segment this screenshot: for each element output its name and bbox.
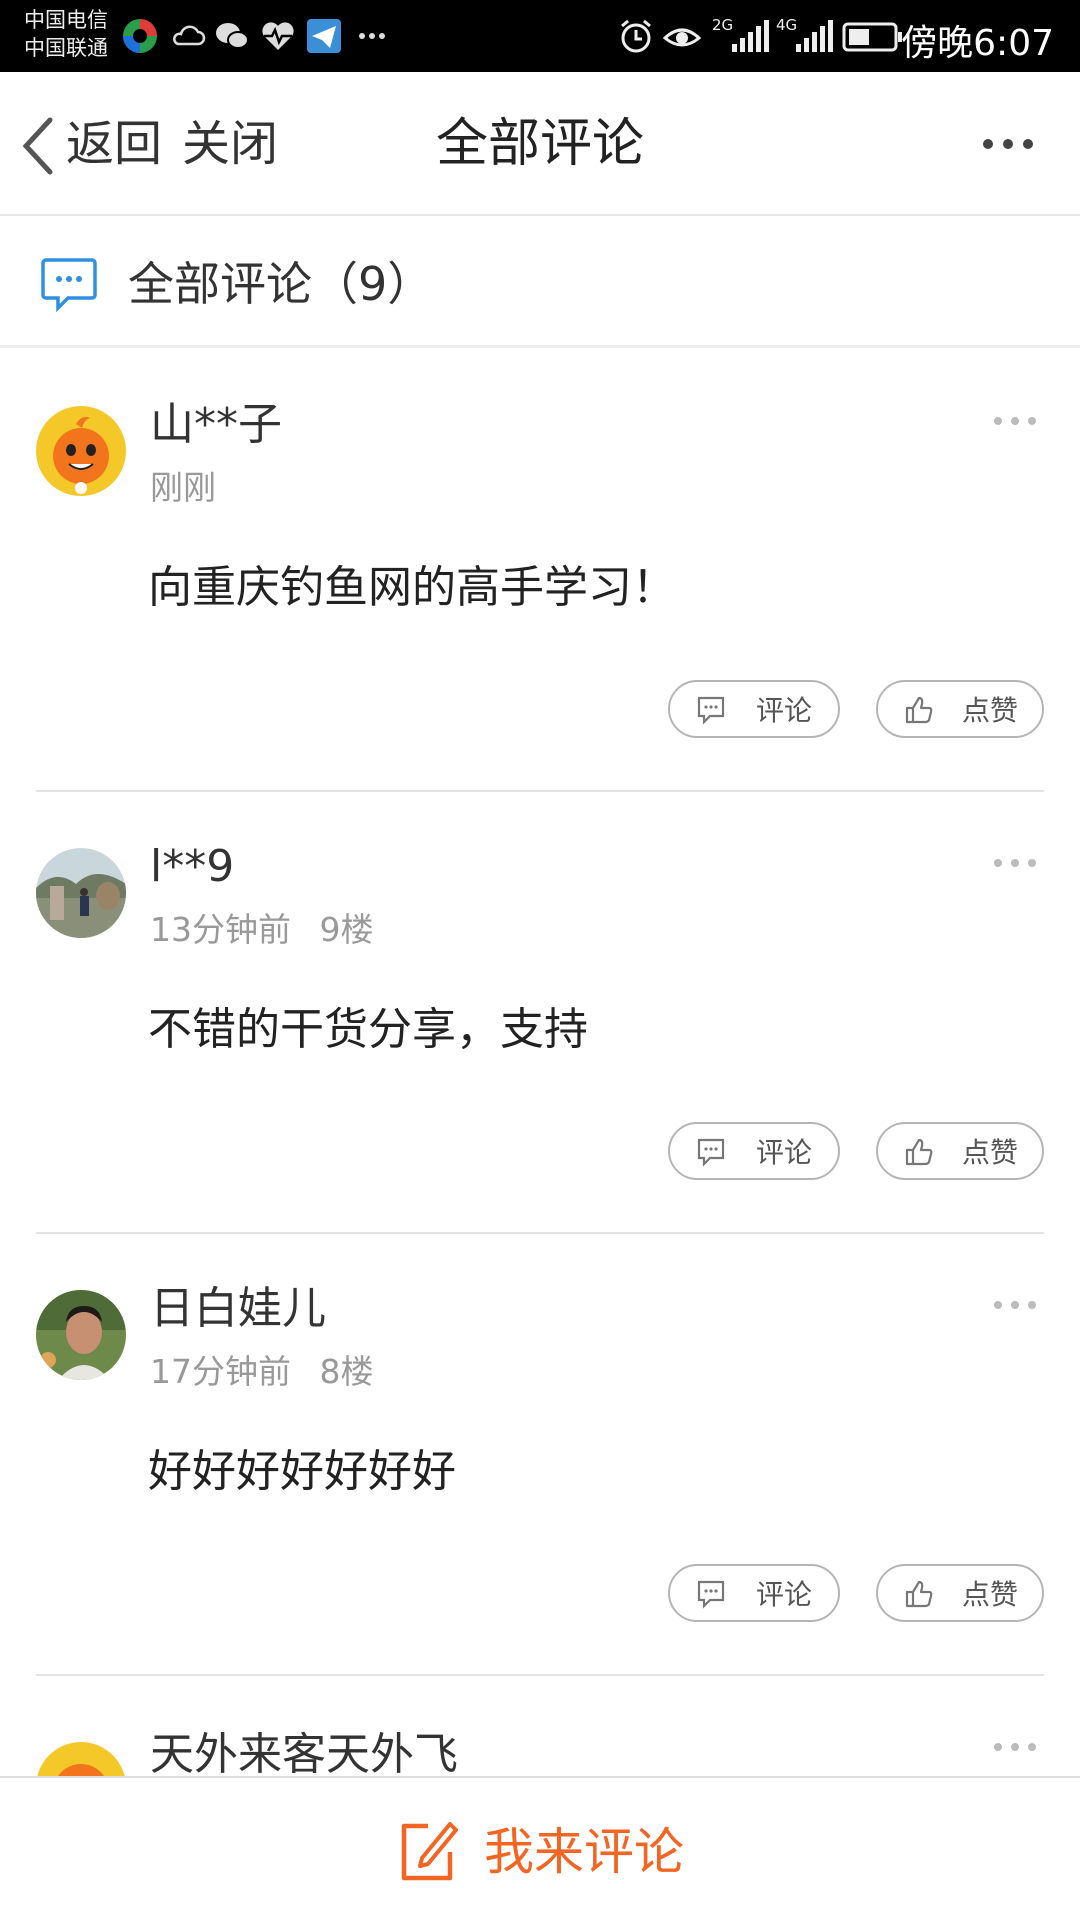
comment-text: 不错的干货分享，支持 xyxy=(148,1004,588,1055)
comments-section-header: 全部评论（9） xyxy=(0,218,1080,348)
more-options-icon[interactable] xyxy=(980,132,1036,156)
reply-icon xyxy=(697,696,725,725)
comment-time: 17分钟前 xyxy=(150,1352,291,1391)
eye-icon xyxy=(662,28,702,47)
like-label: 点赞 xyxy=(962,1578,1019,1611)
comment-item: 天外来客天外飞 xyxy=(0,1676,1080,1776)
reply-label: 评论 xyxy=(756,694,813,727)
avatar[interactable] xyxy=(36,406,126,496)
thumbs-up-icon xyxy=(905,1138,933,1166)
like-button[interactable]: 点赞 xyxy=(876,1564,1044,1622)
comment-time: 刚刚 xyxy=(150,468,216,507)
carrier-label-1: 中国电信 xyxy=(24,8,108,32)
thumbs-up-icon xyxy=(905,1580,933,1608)
comment-floor: 8楼 xyxy=(319,1352,374,1391)
page-title: 全部评论 xyxy=(435,114,644,174)
avatar[interactable] xyxy=(36,1742,126,1776)
comment-more-icon[interactable] xyxy=(990,406,1040,436)
like-button[interactable]: 点赞 xyxy=(876,1122,1044,1180)
comment-text: 好好好好好好好 xyxy=(148,1446,456,1497)
comment-username[interactable]: 山**子 xyxy=(150,398,282,452)
app-icon xyxy=(123,19,157,53)
comments-count-label: 全部评论（9） xyxy=(128,257,434,311)
comment-username[interactable]: 日白娃儿 xyxy=(150,1282,326,1336)
write-comment-bar[interactable]: 我来评论 xyxy=(0,1776,1080,1920)
comment-time: 13分钟前 xyxy=(150,910,291,949)
telegram-icon xyxy=(307,19,341,53)
reply-button[interactable]: 评论 xyxy=(668,680,840,738)
status-bar: 中国电信 中国联通 2G 4G 傍晚6:07 xyxy=(0,0,1080,72)
battery-icon xyxy=(842,22,902,52)
wechat-icon xyxy=(216,23,249,49)
edit-icon xyxy=(401,1822,458,1881)
comment-more-icon[interactable] xyxy=(990,1290,1040,1320)
signal-icon xyxy=(796,20,833,52)
alarm-icon xyxy=(621,19,651,53)
status-time: 傍晚6:07 xyxy=(901,23,1054,64)
thumbs-up-icon xyxy=(905,696,933,724)
comment-username[interactable]: 天外来客天外飞 xyxy=(150,1728,458,1776)
avatar[interactable] xyxy=(36,848,126,938)
like-label: 点赞 xyxy=(962,1136,1019,1169)
comment-item: l**9 13分钟前 9楼 不错的干货分享，支持 评论 点赞 xyxy=(0,792,1080,1234)
comment-bubble-icon xyxy=(41,258,97,312)
reply-icon xyxy=(697,1138,725,1167)
nav-header: 返回 关闭 全部评论 xyxy=(0,72,1080,216)
reply-button[interactable]: 评论 xyxy=(668,1564,840,1622)
reply-label: 评论 xyxy=(756,1578,813,1611)
comment-meta: 13分钟前 9楼 xyxy=(150,910,374,950)
comment-item: 日白娃儿 17分钟前 8楼 好好好好好好好 评论 点赞 xyxy=(0,1234,1080,1676)
comment-username[interactable]: l**9 xyxy=(150,840,234,894)
weather-icon xyxy=(173,25,206,46)
carrier-label-2: 中国联通 xyxy=(24,36,108,60)
avatar[interactable] xyxy=(36,1290,126,1380)
comment-floor: 9楼 xyxy=(319,910,374,949)
health-icon xyxy=(262,22,294,50)
write-comment-label[interactable]: 我来评论 xyxy=(484,1822,684,1882)
more-dots-icon xyxy=(359,33,385,39)
comment-more-icon[interactable] xyxy=(990,1732,1040,1762)
reply-button[interactable]: 评论 xyxy=(668,1122,840,1180)
comment-item: 山**子 刚刚 向重庆钓鱼网的高手学习！ 评论 点赞 xyxy=(0,350,1080,792)
like-button[interactable]: 点赞 xyxy=(876,680,1044,738)
comment-text: 向重庆钓鱼网的高手学习！ xyxy=(148,562,676,613)
comment-meta: 17分钟前 8楼 xyxy=(150,1352,374,1392)
like-label: 点赞 xyxy=(962,694,1019,727)
reply-icon xyxy=(697,1580,725,1609)
signal-icon xyxy=(732,20,769,52)
comment-more-icon[interactable] xyxy=(990,848,1040,878)
reply-label: 评论 xyxy=(756,1136,813,1169)
